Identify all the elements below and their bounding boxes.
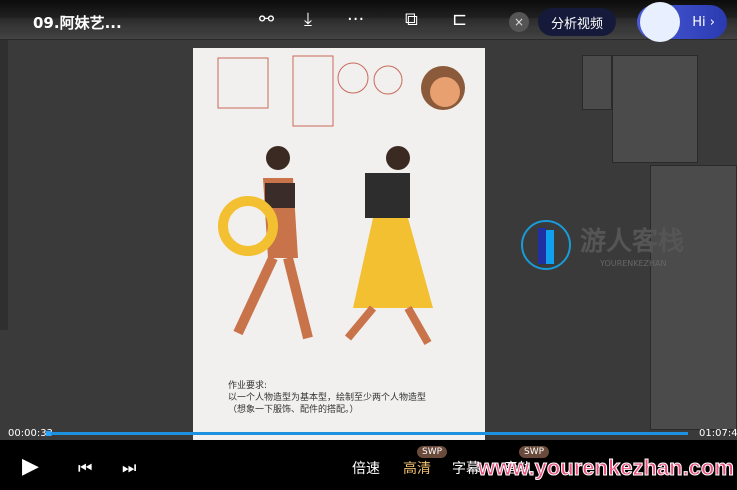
ps-layers-panel (650, 165, 737, 430)
svg-text:游人客栈: 游人客栈 (580, 226, 684, 257)
previous-icon[interactable]: ⏮ (78, 458, 92, 478)
analyze-video-button[interactable]: 分析视频 (538, 8, 616, 36)
download-icon[interactable]: ⤓ (304, 9, 312, 30)
share-icon[interactable]: ⚯ (259, 9, 274, 30)
watermark-logo: 游人客栈 YOURENKEZHAN (521, 220, 684, 270)
illustration (217, 55, 465, 345)
ps-canvas: 作业要求: 以一个人物造型为基本型，绘制至少两个人物造型 （想象一下服饰、配件的… (193, 48, 485, 440)
subtitle-button[interactable]: 字幕 (452, 458, 480, 478)
swp-badge: SWP (417, 446, 448, 458)
quality-button[interactable]: 高清 (403, 458, 431, 478)
mini-window-icon[interactable]: ⊏ (452, 9, 467, 30)
more-icon[interactable]: ··· (347, 9, 364, 30)
site-watermark: www.yourenkezhan.com (478, 455, 735, 481)
progress-played (46, 431, 52, 436)
ps-character-panel (612, 55, 698, 163)
next-icon[interactable]: ⏭ (122, 458, 136, 478)
video-title: 09.阿妹艺... (33, 14, 122, 32)
ps-toolbar (0, 40, 8, 330)
task-title: 作业要求: (228, 381, 268, 391)
task-line: 以一个人物造型为基本型，绘制至少两个人物造型 (228, 393, 427, 403)
svg-text:YOURENKEZHAN: YOURENKEZHAN (599, 259, 666, 268)
total-time: 01:07:43 (699, 428, 737, 439)
play-icon[interactable]: ▶ (22, 454, 39, 479)
video-frame: 作业要求: 以一个人物造型为基本型，绘制至少两个人物造型 （想象一下服饰、配件的… (0, 0, 737, 440)
progress-bar[interactable] (46, 432, 688, 435)
ps-panel-small (582, 55, 612, 110)
task-text: 作业要求: 以一个人物造型为基本型，绘制至少两个人物造型 （想象一下服饰、配件的… (228, 380, 426, 416)
close-button[interactable]: × (509, 12, 529, 32)
speed-button[interactable]: 倍速 (352, 458, 380, 478)
pip-icon[interactable]: ⧉ (405, 9, 418, 30)
task-line: （想象一下服饰、配件的搭配。） (228, 405, 359, 415)
assistant-avatar (640, 2, 680, 42)
